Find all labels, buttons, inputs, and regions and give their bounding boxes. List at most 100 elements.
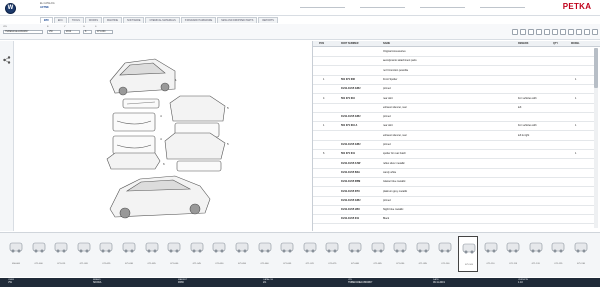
table-row[interactable]: 01/11-10/15 041 Black bbox=[313, 215, 597, 225]
illustration-thumbnail[interactable]: 071-105 bbox=[458, 236, 478, 272]
tab-tools[interactable]: TOOLS bbox=[67, 17, 84, 23]
illustration-thumbnail[interactable]: 071-080 bbox=[345, 236, 365, 272]
cell-num: 01/11-10/15 GRU bbox=[341, 87, 361, 91]
copy-icon[interactable] bbox=[544, 29, 550, 35]
illustration-thumbnail[interactable]: 071-055 bbox=[232, 236, 252, 272]
info-icon[interactable] bbox=[552, 29, 558, 35]
settings-icon[interactable] bbox=[576, 29, 582, 35]
cell-num: 561 071 606 bbox=[341, 77, 355, 81]
tab-new-and-dropped-parts[interactable]: NEW AND DROPPED PARTS bbox=[217, 17, 258, 23]
illustration-thumbnail[interactable]: 071-000 bbox=[29, 236, 49, 272]
table-row[interactable]: 1 561 071 606 Front Spoiler 1 bbox=[313, 76, 597, 85]
table-row[interactable]: exhaust silencer, rear left & right bbox=[313, 132, 597, 141]
table-row[interactable]: exhaust silencer, rear left bbox=[313, 104, 597, 113]
illustration-thumbnail[interactable]: 071-095 bbox=[413, 236, 433, 272]
tab-ekc[interactable]: EKC bbox=[53, 17, 67, 23]
illustration-thumbnail[interactable]: 071-045 bbox=[187, 236, 207, 272]
scrollbar-thumb[interactable] bbox=[594, 48, 598, 88]
table-row[interactable]: no FI-function possible bbox=[313, 67, 597, 76]
part-icon bbox=[210, 238, 234, 262]
parts-diagram[interactable]: 1 4 4 5 5 6 bbox=[15, 41, 311, 231]
illustration-thumbnail[interactable]: 071-025 bbox=[96, 236, 116, 272]
table-row[interactable]: 6 561 071 641 spoiler for rear hatch 1 bbox=[313, 150, 597, 160]
expand-icon[interactable] bbox=[584, 29, 590, 35]
illustration-thumbnail[interactable]: 071-015 bbox=[51, 236, 71, 272]
illustration-thumbnail[interactable]: 071-110 bbox=[481, 236, 501, 272]
cell-name: Glacier blue metallic bbox=[383, 180, 406, 184]
part-icon bbox=[436, 238, 460, 262]
subgroup-select[interactable]: 071-000 bbox=[95, 30, 113, 34]
col-pos[interactable]: POS bbox=[319, 41, 324, 47]
illustration-thumbnail[interactable]: 050-000 bbox=[6, 236, 26, 272]
list-icon[interactable] bbox=[560, 29, 566, 35]
header-field-3[interactable] bbox=[420, 5, 465, 8]
part-icon bbox=[346, 238, 370, 262]
table-row[interactable]: 01/11-10/15 GRU primed bbox=[313, 141, 597, 150]
table-row[interactable]: 01/11-10/15 GRU primed bbox=[313, 113, 597, 123]
illustration-thumbnail[interactable]: 071-060 bbox=[255, 236, 275, 272]
col-qty[interactable]: QTY bbox=[553, 41, 558, 47]
illustration-thumbnail[interactable]: 071-125 bbox=[548, 236, 568, 272]
share-icon[interactable] bbox=[3, 56, 11, 64]
close-icon[interactable] bbox=[592, 29, 598, 35]
cell-rem: For vehicles with bbox=[518, 124, 537, 128]
group-select[interactable]: 8 bbox=[83, 30, 92, 34]
illustration-thumbnail[interactable]: 071-065 bbox=[277, 236, 297, 272]
tab-machine[interactable]: MACHINE bbox=[102, 17, 122, 23]
header-field-4[interactable] bbox=[480, 5, 525, 8]
tab-chemical-materials[interactable]: CHEMICAL MATERIALS bbox=[145, 17, 180, 23]
thumbnail-caption: 071-125 bbox=[554, 263, 563, 265]
illustration-thumbnail[interactable]: 071-090 bbox=[390, 236, 410, 272]
illustration-thumbnail[interactable]: 071-020 bbox=[74, 236, 94, 272]
thumbnail-caption: 071-000 bbox=[34, 263, 43, 265]
illustration-thumbnail[interactable]: 071-040 bbox=[164, 236, 184, 272]
table-row[interactable]: aerodynamic attachment parts bbox=[313, 57, 597, 67]
table-row[interactable]: 01/11-10/15 GRU primed bbox=[313, 85, 597, 95]
illustration-thumbnail[interactable]: 071-050 bbox=[209, 236, 229, 272]
table-row[interactable]: 01/11-10/15 D7X platinum grey metallic bbox=[313, 188, 597, 197]
col-remark[interactable]: REMARK bbox=[518, 41, 529, 47]
table-row[interactable]: 4 561 071 610 rear skirt For vehicles with 1 bbox=[313, 95, 597, 104]
tab-software[interactable]: SOFTWARE bbox=[122, 17, 145, 23]
tab-reports[interactable]: REPORTS bbox=[258, 17, 278, 23]
bookmark-icon[interactable] bbox=[568, 29, 574, 35]
cart-icon[interactable] bbox=[520, 29, 526, 35]
header-field-1[interactable] bbox=[300, 5, 345, 8]
thumbnail-caption: 071-115 bbox=[509, 263, 518, 265]
table-row[interactable]: Original Accessories bbox=[313, 48, 597, 57]
tab-works[interactable]: WORKS bbox=[84, 17, 102, 23]
illustration-thumbnail[interactable]: 071-035 bbox=[142, 236, 162, 272]
cell-pos: 1 bbox=[323, 77, 325, 81]
tab-standard-hardware[interactable]: STANDARD HARDWARE bbox=[180, 17, 217, 23]
col-part-number[interactable]: PART NUMBER bbox=[341, 41, 359, 47]
illustration-thumbnail[interactable]: 071-120 bbox=[526, 236, 546, 272]
cell-name: spoiler for rear hatch bbox=[383, 152, 406, 156]
vin-field[interactable]: TMBEN4NE1CB00807 bbox=[3, 30, 43, 34]
col-name[interactable]: NAME bbox=[383, 41, 390, 47]
year-select[interactable]: 2012 bbox=[64, 30, 80, 34]
tab-epc[interactable]: EPC bbox=[40, 17, 53, 23]
print-icon[interactable] bbox=[512, 29, 518, 35]
status-bar: USER VW BRAND SKODA MARKET RDW CATALOG 2/1 VIN TM… bbox=[0, 278, 600, 287]
illustration-thumbnail[interactable]: 071-100 bbox=[435, 236, 455, 272]
brand-select[interactable]: VW bbox=[47, 30, 61, 34]
table-row[interactable]: 01/11-10/15 GRU primed bbox=[313, 197, 597, 206]
filter-icon[interactable] bbox=[536, 29, 542, 35]
illustration-thumbnail[interactable]: 071-075 bbox=[322, 236, 342, 272]
table-row[interactable]: 01/11-10/15 D5M Glacier blue metallic bbox=[313, 178, 597, 188]
thumbnail-caption: 071-060 bbox=[260, 263, 269, 265]
table-row[interactable]: 1 561 071 610 A rear skirt For vehicles wit… bbox=[313, 122, 597, 132]
illustration-thumbnail[interactable]: 071-130 bbox=[571, 236, 591, 272]
illustration-thumbnail[interactable]: 071-115 bbox=[503, 236, 523, 272]
thumbnail-caption: 071-030 bbox=[124, 263, 134, 265]
header-field-2[interactable] bbox=[360, 5, 405, 8]
col-model[interactable]: MODEL bbox=[571, 41, 580, 47]
table-row[interactable]: 01/11-10/15 B4A candy white bbox=[313, 169, 597, 178]
search-icon[interactable] bbox=[528, 29, 534, 35]
illustration-thumbnail[interactable]: 071-085 bbox=[368, 236, 388, 272]
illustration-thumbnail[interactable]: 071-070 bbox=[300, 236, 320, 272]
illustration-thumbnail[interactable]: 071-030 bbox=[119, 236, 139, 272]
table-row[interactable]: 01/11-10/15 A7W reflex silver metallic bbox=[313, 160, 597, 169]
table-row[interactable]: 01/11-10/15 H5X Night blue metallic bbox=[313, 206, 597, 216]
cell-num: 561 071 610 bbox=[341, 96, 355, 100]
